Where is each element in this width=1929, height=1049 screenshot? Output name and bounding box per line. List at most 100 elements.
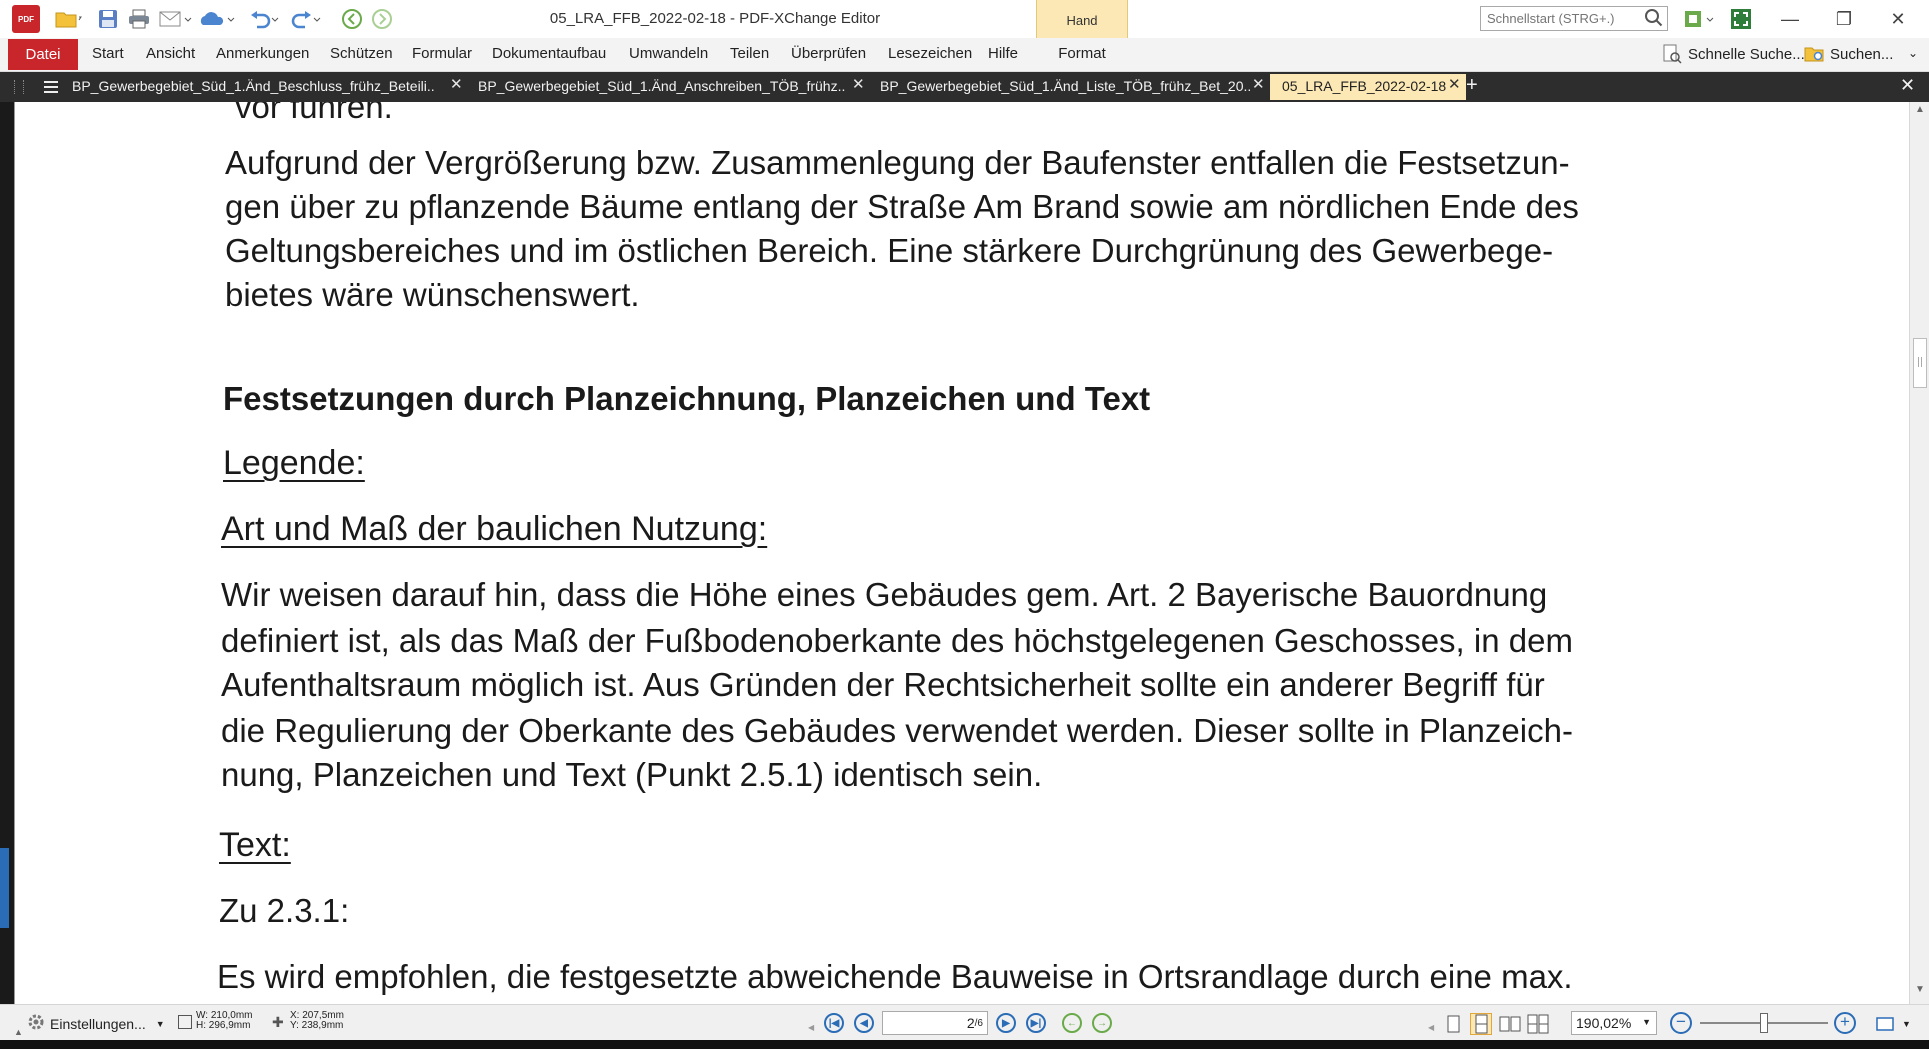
page-number-field[interactable]: 2/6 <box>882 1011 988 1035</box>
restore-button[interactable]: ❐ <box>1822 0 1866 38</box>
tab-liste[interactable]: BP_Gewerbegebiet_Süd_1.Änd_Liste_TÖB_frü… <box>868 74 1252 100</box>
current-page: 2 <box>966 1015 975 1031</box>
ribbon-collapse-chevron-icon[interactable]: ⌄ <box>1908 46 1918 60</box>
page-dimensions: W: 210,0mm H: 296,9mm <box>196 1011 253 1031</box>
status-bar: ▲ Einstellungen... ▼ W: 210,0mm H: 296,9… <box>0 1004 1929 1040</box>
first-page-icon[interactable]: |◀ <box>824 1013 844 1033</box>
continuous-view-icon[interactable] <box>1470 1013 1492 1035</box>
pdf-page-view[interactable]: vor führen. Aufgrund der Vergrößerung bz… <box>14 102 1909 1004</box>
search-label: Suchen... <box>1830 45 1894 63</box>
cursor-y: Y: 238,9mm <box>290 1020 344 1031</box>
menu-file[interactable]: Datei <box>8 39 78 70</box>
tab-close-icon[interactable]: ✕ <box>1252 75 1265 93</box>
customize-toolbar-icon[interactable] <box>1682 6 1718 32</box>
folder-search-icon <box>1804 44 1824 64</box>
tab-close-icon[interactable]: ✕ <box>852 75 865 93</box>
zoom-in-icon[interactable]: + <box>1834 1012 1856 1034</box>
status-grip-icon: ◀ <box>1428 1023 1435 1032</box>
menu-form[interactable]: Formular <box>412 45 472 62</box>
chevron-down-icon: ▼ <box>155 1018 165 1029</box>
chevron-down-icon[interactable]: ▼ <box>1902 1019 1911 1029</box>
page-size-icon <box>178 1015 192 1029</box>
menu-protect[interactable]: Schützen <box>330 45 393 62</box>
chevron-down-icon: ▼ <box>1642 1017 1651 1027</box>
text-heading: Text: <box>219 826 291 864</box>
menu-view[interactable]: Ansicht <box>146 45 195 62</box>
paragraph-line: Aufgrund der Vergrößerung bzw. Zusammenl… <box>225 144 1570 181</box>
tab-beschluss[interactable]: BP_Gewerbegebiet_Süd_1.Änd_Beschluss_frü… <box>60 74 448 100</box>
status-grip-icon: ◀ <box>808 1023 815 1032</box>
paragraph-line: Geltungsbereiches und im östlichen Berei… <box>225 232 1554 269</box>
paragraph-line: nung, Planzeichen und Text (Punkt 2.5.1)… <box>221 756 1043 793</box>
legend-heading: Legende: <box>223 444 365 482</box>
zoom-value: 190,02% <box>1576 1015 1632 1031</box>
cursor-coordinates: X: 207,5mm Y: 238,9mm <box>290 1011 344 1031</box>
document-tab-bar: BP_Gewerbegebiet_Süd_1.Änd_Beschluss_frü… <box>0 72 1929 102</box>
scrollbar-thumb[interactable] <box>1913 338 1927 388</box>
panel-accent-strip <box>0 848 9 928</box>
next-page-icon[interactable]: ▶ <box>996 1013 1016 1033</box>
new-tab-icon[interactable]: + <box>1466 74 1478 97</box>
section-heading: Festsetzungen durch Planzeichnung, Planz… <box>223 380 1151 417</box>
tab-close-icon[interactable]: ✕ <box>1448 75 1461 93</box>
vertical-scrollbar[interactable]: ▲ ▼ <box>1909 102 1929 1004</box>
paragraph-line: bietes wäre wünschenswert. <box>225 276 640 313</box>
tab-anschreiben[interactable]: BP_Gewerbegebiet_Süd_1.Änd_Anschreiben_T… <box>466 74 852 100</box>
gear-icon <box>26 1012 46 1035</box>
search-button[interactable]: Suchen... <box>1804 44 1893 64</box>
menu-comments[interactable]: Anmerkungen <box>216 45 309 62</box>
tab-close-icon[interactable]: ✕ <box>450 75 463 93</box>
tabs-list-icon[interactable] <box>42 79 60 95</box>
cursor-position-icon: ✚ <box>272 1014 284 1030</box>
tab-bar-grip-icon <box>14 80 24 94</box>
previous-page-icon[interactable]: ◀ <box>854 1013 874 1033</box>
document-search-icon <box>1662 44 1682 64</box>
fullscreen-icon[interactable] <box>1728 6 1754 32</box>
menu-help[interactable]: Hilfe <box>988 45 1018 62</box>
close-window-button[interactable]: ✕ <box>1876 0 1920 38</box>
page-height: H: 296,9mm <box>196 1020 251 1031</box>
cut-off-line: vor führen. <box>235 102 393 125</box>
quickstart-input[interactable] <box>1480 6 1668 31</box>
previous-view-icon[interactable]: ← <box>1062 1013 1082 1033</box>
facing-view-icon[interactable] <box>1498 1013 1521 1035</box>
context-tab-group-label: Hand <box>1066 13 1098 28</box>
scroll-down-icon[interactable]: ▼ <box>1910 984 1929 1000</box>
menu-convert[interactable]: Umwandeln <box>629 45 708 62</box>
quick-search-button[interactable]: Schnelle Suche... <box>1662 44 1805 64</box>
total-pages: /6 <box>974 1017 983 1029</box>
menu-format[interactable]: Format <box>1036 45 1128 62</box>
window-title: 05_LRA_FFB_2022-02-18 - PDF-XChange Edit… <box>549 10 881 27</box>
single-page-view-icon[interactable] <box>1442 1013 1464 1035</box>
grip-icon <box>1918 357 1922 367</box>
taskbar-edge <box>0 1040 1929 1049</box>
zoom-out-icon[interactable]: − <box>1670 1012 1692 1034</box>
search-icon[interactable] <box>1644 8 1664 28</box>
menu-share[interactable]: Teilen <box>730 45 769 62</box>
last-page-icon[interactable]: ▶| <box>1026 1013 1046 1033</box>
paragraph-line: definiert ist, als das Maß der Fußbodeno… <box>221 622 1573 659</box>
paragraph-line: Aufenthaltsraum möglich ist. Aus Gründen… <box>221 666 1545 703</box>
menu-review[interactable]: Überprüfen <box>791 45 866 62</box>
paragraph-line: gen über zu pflanzende Bäume entlang der… <box>225 188 1579 225</box>
title-bar: PDF 05_LRA_FFB_2022-02-18 - PDF-XChange … <box>0 0 1929 38</box>
close-document-icon[interactable]: ✕ <box>1900 75 1915 96</box>
menu-bar: Datei Start Ansicht Anmerkungen Schützen… <box>0 38 1929 72</box>
continuous-facing-view-icon[interactable] <box>1526 1013 1549 1035</box>
tab-lra-ffb[interactable]: 05_LRA_FFB_2022-02-18 <box>1270 74 1466 100</box>
usage-heading: Art und Maß der baulichen Nutzung: <box>221 510 768 548</box>
fit-page-icon[interactable] <box>1874 1013 1896 1035</box>
zoom-level-field[interactable]: 190,02% ▼ <box>1571 1011 1657 1035</box>
settings-label: Einstellungen... <box>50 1015 146 1032</box>
zoom-slider-thumb[interactable] <box>1760 1013 1768 1033</box>
paragraph-line: Wir weisen darauf hin, dass die Höhe ein… <box>221 576 1548 613</box>
settings-button[interactable]: Einstellungen... ▼ <box>26 1012 165 1035</box>
scroll-up-icon[interactable]: ▲ <box>1910 104 1929 120</box>
menu-organize[interactable]: Dokumentaufbau <box>492 45 606 62</box>
menu-start[interactable]: Start <box>92 45 124 62</box>
menu-bookmarks[interactable]: Lesezeichen <box>888 45 972 62</box>
paragraph-line: Es wird empfohlen, die festgesetzte abwe… <box>217 958 1573 995</box>
status-grip-icon: ▲ <box>14 1027 23 1037</box>
minimize-button[interactable]: — <box>1768 0 1812 38</box>
next-view-icon[interactable]: → <box>1092 1013 1112 1033</box>
